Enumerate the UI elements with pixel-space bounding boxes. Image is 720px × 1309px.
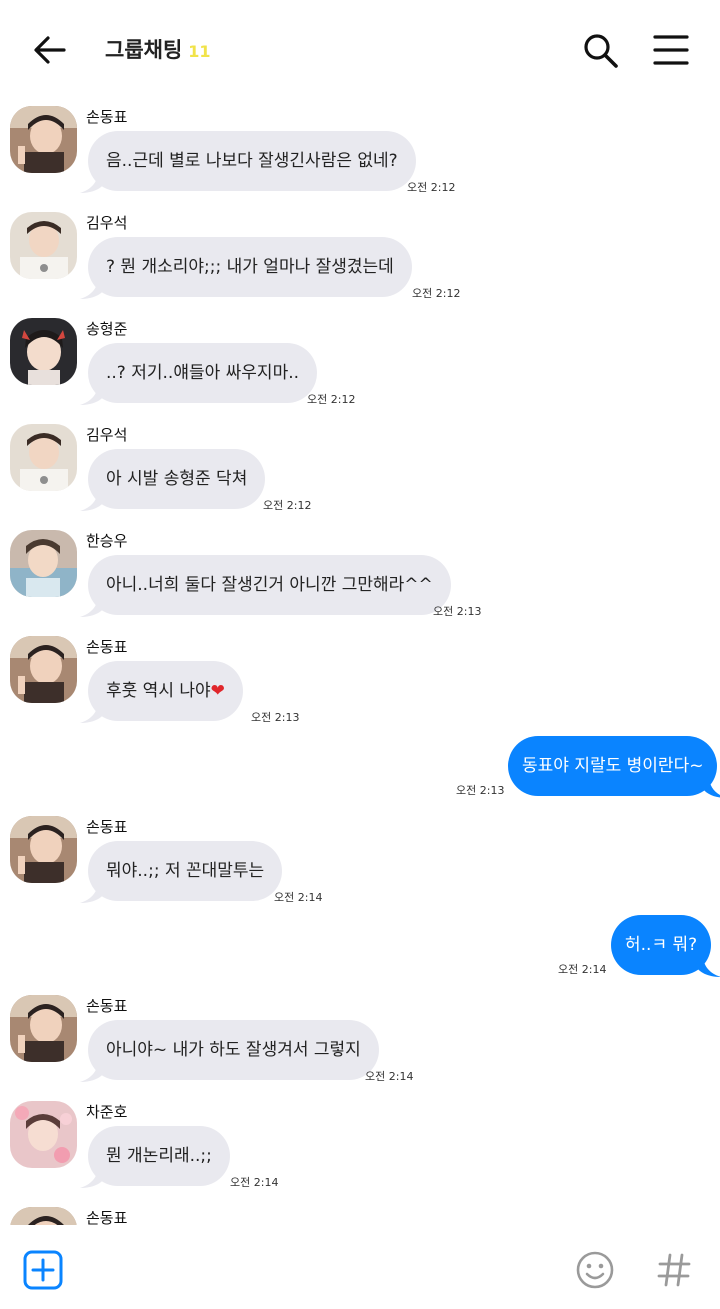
message-item: 손동표 후훗 역시 나야❤ 오전 2:13 <box>0 630 720 735</box>
chat-input-bar <box>0 1225 720 1309</box>
message-text: 뭔 개논리래..;; <box>106 1146 212 1166</box>
message-text: ..? 저기..얘들아 싸우지마.. <box>106 363 300 383</box>
avatar[interactable] <box>10 1101 77 1168</box>
message-time: 오전 2:13 <box>251 711 300 724</box>
message-text: 뭐야..;; 저 꼰대말투는 <box>106 861 265 881</box>
message-item: 김우석 ? 뭔 개소리야;;; 내가 얼마나 잘생겼는데 오전 2:12 <box>0 206 720 311</box>
avatar[interactable] <box>10 530 77 597</box>
message-bubble[interactable]: 뭐야..;; 저 꼰대말투는 <box>80 841 283 903</box>
message-bubble[interactable]: 아 시발 송형준 닥쳐 <box>80 449 266 511</box>
sender-name: 한승우 <box>86 532 128 550</box>
chat-header: 그룹채팅 11 <box>0 0 720 100</box>
avatar[interactable] <box>10 424 77 491</box>
message-item: 손동표 아니야~ 내가 하도 잘생겨서 그렇지 오전 2:14 <box>0 989 720 1094</box>
avatar[interactable] <box>10 1207 77 1225</box>
message-time: 오전 2:12 <box>307 393 356 406</box>
message-time: 오전 2:12 <box>407 181 456 194</box>
member-count: 11 <box>188 42 211 61</box>
message-bubble[interactable]: 후훗 역시 나야❤ <box>80 661 243 723</box>
sender-name: 손동표 <box>86 638 128 656</box>
message-item: 손동표 뭐야..;; 저 꼰대말투는 오전 2:14 <box>0 810 720 915</box>
my-message-item: 동표야 지랄도 병이란다~ 오전 2:13 <box>0 736 720 812</box>
message-text: 아니..너희 둘다 잘생긴거 아니깐 그만해라^^ <box>106 575 433 595</box>
message-bubble[interactable]: 아니..너희 둘다 잘생긴거 아니깐 그만해라^^ <box>80 555 451 617</box>
avatar[interactable] <box>10 636 77 703</box>
message-text: 아 시발 송형준 닥쳐 <box>106 469 248 489</box>
sender-name: 손동표 <box>86 818 128 836</box>
chat-title: 그룹채팅 11 <box>105 34 211 64</box>
message-text: 아니야~ 내가 하도 잘생겨서 그렇지 <box>106 1040 361 1060</box>
sender-name: 손동표 <box>86 997 128 1015</box>
message-text: ? 뭔 개소리야;;; 내가 얼마나 잘생겼는데 <box>106 257 394 277</box>
message-bubble[interactable]: 음..근데 별로 나보다 잘생긴사람은 없네? <box>80 131 416 193</box>
arrow-left-icon[interactable] <box>30 30 70 70</box>
message-text: 동표야 지랄도 병이란다~ <box>522 756 704 776</box>
my-message-bubble[interactable]: 동표야 지랄도 병이란다~ <box>508 736 720 798</box>
message-text: 음..근데 별로 나보다 잘생긴사람은 없네? <box>106 151 398 171</box>
message-time: 오전 2:14 <box>230 1176 279 1189</box>
message-item: 손동표 음..근데 별로 나보다 잘생긴사람은 없네? 오전 2:12 <box>0 100 720 205</box>
message-item: 송형준 ..? 저기..얘들아 싸우지마.. 오전 2:12 <box>0 312 720 417</box>
hamburger-menu-icon[interactable] <box>650 30 692 70</box>
search-icon[interactable] <box>580 30 620 70</box>
message-item: 김우석 아 시발 송형준 닥쳐 오전 2:12 <box>0 418 720 523</box>
message-text: 허..ㅋ 뭐? <box>625 935 698 955</box>
heart-emoji: ❤ <box>210 681 225 701</box>
message-time: 오전 2:13 <box>456 784 505 797</box>
message-time: 오전 2:14 <box>365 1070 414 1083</box>
add-plus-icon[interactable] <box>22 1249 64 1291</box>
message-bubble[interactable]: 아니야~ 내가 하도 잘생겨서 그렇지 <box>80 1020 379 1082</box>
message-text: 후훗 역시 나야 <box>106 681 211 701</box>
message-bubble[interactable]: 뭔 개논리래..;; <box>80 1126 230 1188</box>
chat-title-text: 그룹채팅 <box>105 38 183 62</box>
sender-name: 차준호 <box>86 1103 128 1121</box>
my-message-bubble[interactable]: 허..ㅋ 뭐? <box>611 915 720 977</box>
avatar[interactable] <box>10 212 77 279</box>
message-time: 오전 2:12 <box>412 287 461 300</box>
my-message-item: 허..ㅋ 뭐? 오전 2:14 <box>0 915 720 991</box>
message-time: 오전 2:14 <box>558 963 607 976</box>
message-time: 오전 2:12 <box>263 499 312 512</box>
avatar[interactable] <box>10 318 77 385</box>
hashtag-icon[interactable] <box>653 1249 695 1291</box>
avatar[interactable] <box>10 106 77 173</box>
sender-name: 김우석 <box>86 214 128 232</box>
sender-name: 손동표 <box>86 1209 128 1225</box>
message-bubble[interactable]: ..? 저기..얘들아 싸우지마.. <box>80 343 318 405</box>
message-item: 한승우 아니..너희 둘다 잘생긴거 아니깐 그만해라^^ 오전 2:13 <box>0 524 720 629</box>
message-item: 손동표 <box>0 1201 720 1225</box>
message-bubble[interactable]: ? 뭔 개소리야;;; 내가 얼마나 잘생겼는데 <box>80 237 412 299</box>
sender-name: 손동표 <box>86 108 128 126</box>
sender-name: 김우석 <box>86 426 128 444</box>
sender-name: 송형준 <box>86 320 128 338</box>
chat-message-list[interactable]: 손동표 음..근데 별로 나보다 잘생긴사람은 없네? 오전 2:12 김우석 … <box>0 100 720 1225</box>
message-time: 오전 2:14 <box>274 891 323 904</box>
emoji-smile-icon[interactable] <box>574 1249 616 1291</box>
message-time: 오전 2:13 <box>433 605 482 618</box>
avatar[interactable] <box>10 995 77 1062</box>
avatar[interactable] <box>10 816 77 883</box>
message-item: 차준호 뭔 개논리래..;; 오전 2:14 <box>0 1095 720 1200</box>
